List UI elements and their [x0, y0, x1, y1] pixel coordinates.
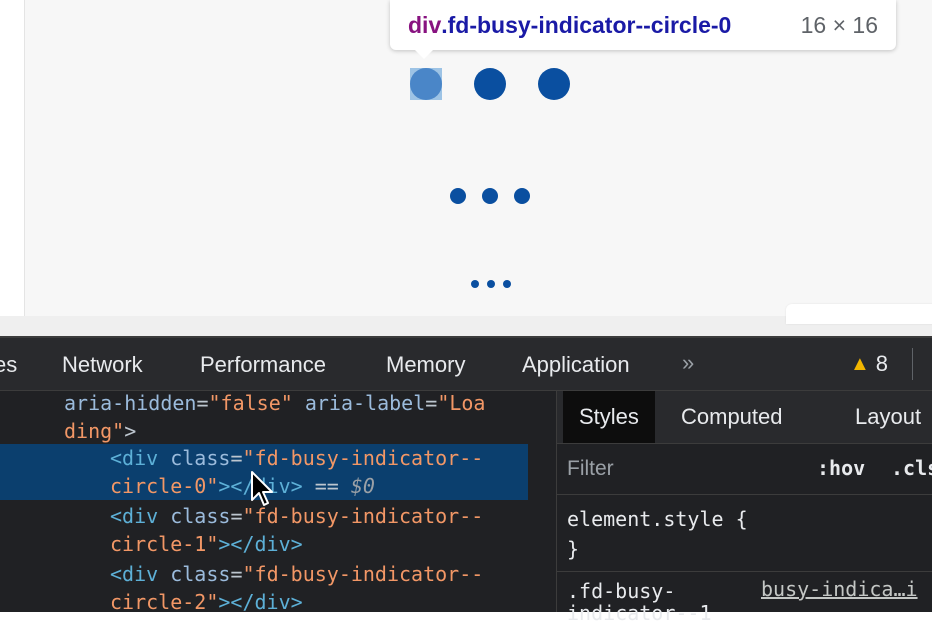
- dom-token-val: "fd-busy-indicator--: [242, 504, 484, 528]
- dom-node-line[interactable]: circle-2"></div>: [0, 588, 528, 612]
- busy-indicator-medium-circle-0[interactable]: [450, 188, 466, 204]
- dom-token-attr: aria-label: [304, 391, 426, 415]
- busy-indicator-large-circle-2[interactable]: [538, 68, 570, 100]
- page-preview: div .fd-busy-indicator--circle-0 16 × 16: [0, 0, 932, 336]
- tooltip-tag-name: div: [408, 11, 442, 38]
- busy-indicator-large-circle-0[interactable]: [410, 68, 442, 100]
- dom-token-tag: ></div>: [218, 532, 303, 556]
- hover-state-toggle[interactable]: :hov: [817, 456, 865, 480]
- styles-pane: Styles Computed Layout :hov .cls element…: [556, 391, 932, 625]
- busy-indicator-small-circle-2[interactable]: [503, 280, 511, 288]
- tooltip-arrow: [414, 49, 434, 59]
- dom-token-val: "Loa: [437, 391, 486, 415]
- dom-token-tag: <div: [110, 446, 171, 470]
- double-chevron-icon[interactable]: »: [682, 350, 694, 376]
- devtools-tab-bar: es Network Performance Memory Applicatio…: [0, 338, 932, 391]
- styles-filter-input[interactable]: [565, 452, 809, 486]
- element-style-open[interactable]: element.style {: [567, 507, 748, 531]
- dom-token-txt: =: [230, 562, 243, 586]
- dom-token-attr: aria-hidden: [64, 391, 197, 415]
- tab-sources[interactable]: es: [0, 352, 17, 378]
- dom-token-txt: =: [425, 391, 438, 415]
- mouse-cursor-icon: [251, 471, 273, 506]
- dom-token-tag: <div: [110, 562, 171, 586]
- dom-token-val: "false": [208, 391, 293, 415]
- busy-indicator-medium-circle-2[interactable]: [514, 188, 530, 204]
- tab-styles[interactable]: Styles: [563, 391, 655, 443]
- dom-token-txt: =: [230, 446, 243, 470]
- dom-token-txt: ==: [302, 474, 351, 498]
- tooltip-size: 16 × 16: [800, 11, 878, 38]
- panel-splitter[interactable]: [529, 391, 555, 612]
- tooltip-class-name: .fd-busy-indicator--circle-0: [441, 11, 732, 38]
- dom-token-val: circle-2": [110, 590, 219, 612]
- inspect-tooltip: div .fd-busy-indicator--circle-0 16 × 16: [390, 0, 896, 59]
- rule-source-link[interactable]: busy-indica…i: [761, 577, 918, 601]
- dom-token-tag: <div: [110, 504, 171, 528]
- class-toggle[interactable]: .cls: [891, 456, 932, 480]
- warning-count: 8: [875, 351, 889, 376]
- tab-performance[interactable]: Performance: [200, 352, 326, 378]
- rule-selector[interactable]: .fd-busy-: [567, 579, 675, 603]
- dom-token-txt: =: [230, 504, 243, 528]
- dom-token-tag: ></div>: [218, 590, 303, 612]
- dom-node-line[interactable]: <div class="fd-busy-indicator--: [0, 444, 528, 472]
- tab-network[interactable]: Network: [62, 352, 143, 378]
- dom-node-line[interactable]: ding">: [0, 417, 528, 445]
- rule-selector-continued[interactable]: indicator--1: [567, 601, 712, 625]
- tab-computed[interactable]: Computed: [665, 391, 799, 443]
- busy-indicator-small-circle-0[interactable]: [471, 280, 479, 288]
- dom-token-val: circle-1": [110, 532, 219, 556]
- busy-indicator-large-circle-1[interactable]: [474, 68, 506, 100]
- dom-token-txt: =: [196, 391, 209, 415]
- element-style-close: }: [567, 537, 580, 561]
- dom-token-txt: [293, 391, 305, 415]
- tab-application[interactable]: Application: [522, 352, 630, 378]
- busy-indicator-medium-circle-1[interactable]: [482, 188, 498, 204]
- dom-node-line[interactable]: circle-1"></div>: [0, 530, 528, 558]
- styles-tab-bar: Styles Computed Layout: [557, 391, 932, 444]
- warning-triangle-icon: ▲: [850, 352, 870, 375]
- dom-node-line[interactable]: <div class="fd-busy-indicator--: [0, 560, 528, 588]
- tab-bar-divider: [912, 348, 913, 380]
- dom-token-attr: class: [170, 562, 231, 586]
- busy-indicator-small-circle-1[interactable]: [487, 280, 495, 288]
- dom-node-line[interactable]: aria-hidden="false" aria-label="Loa: [0, 391, 528, 417]
- dom-token-attr: class: [170, 504, 231, 528]
- tab-layout[interactable]: Layout: [839, 391, 932, 443]
- rule-divider: [557, 571, 932, 572]
- tab-memory[interactable]: Memory: [386, 352, 465, 378]
- dom-token-val: circle-0": [110, 474, 219, 498]
- dom-token-txt: >: [124, 419, 137, 443]
- warnings-counter[interactable]: ▲ 8: [850, 351, 888, 377]
- dom-token-dim: $0: [350, 474, 375, 498]
- devtools-panel: es Network Performance Memory Applicatio…: [0, 336, 932, 625]
- dom-token-val: ding": [64, 419, 125, 443]
- dom-token-val: "fd-busy-indicator--: [242, 446, 484, 470]
- page-left-edge: [0, 0, 25, 316]
- page-corner-card: [786, 304, 932, 324]
- styles-filter-row: :hov .cls: [557, 444, 932, 495]
- dom-token-attr: class: [170, 446, 231, 470]
- dom-token-val: "fd-busy-indicator--: [242, 562, 484, 586]
